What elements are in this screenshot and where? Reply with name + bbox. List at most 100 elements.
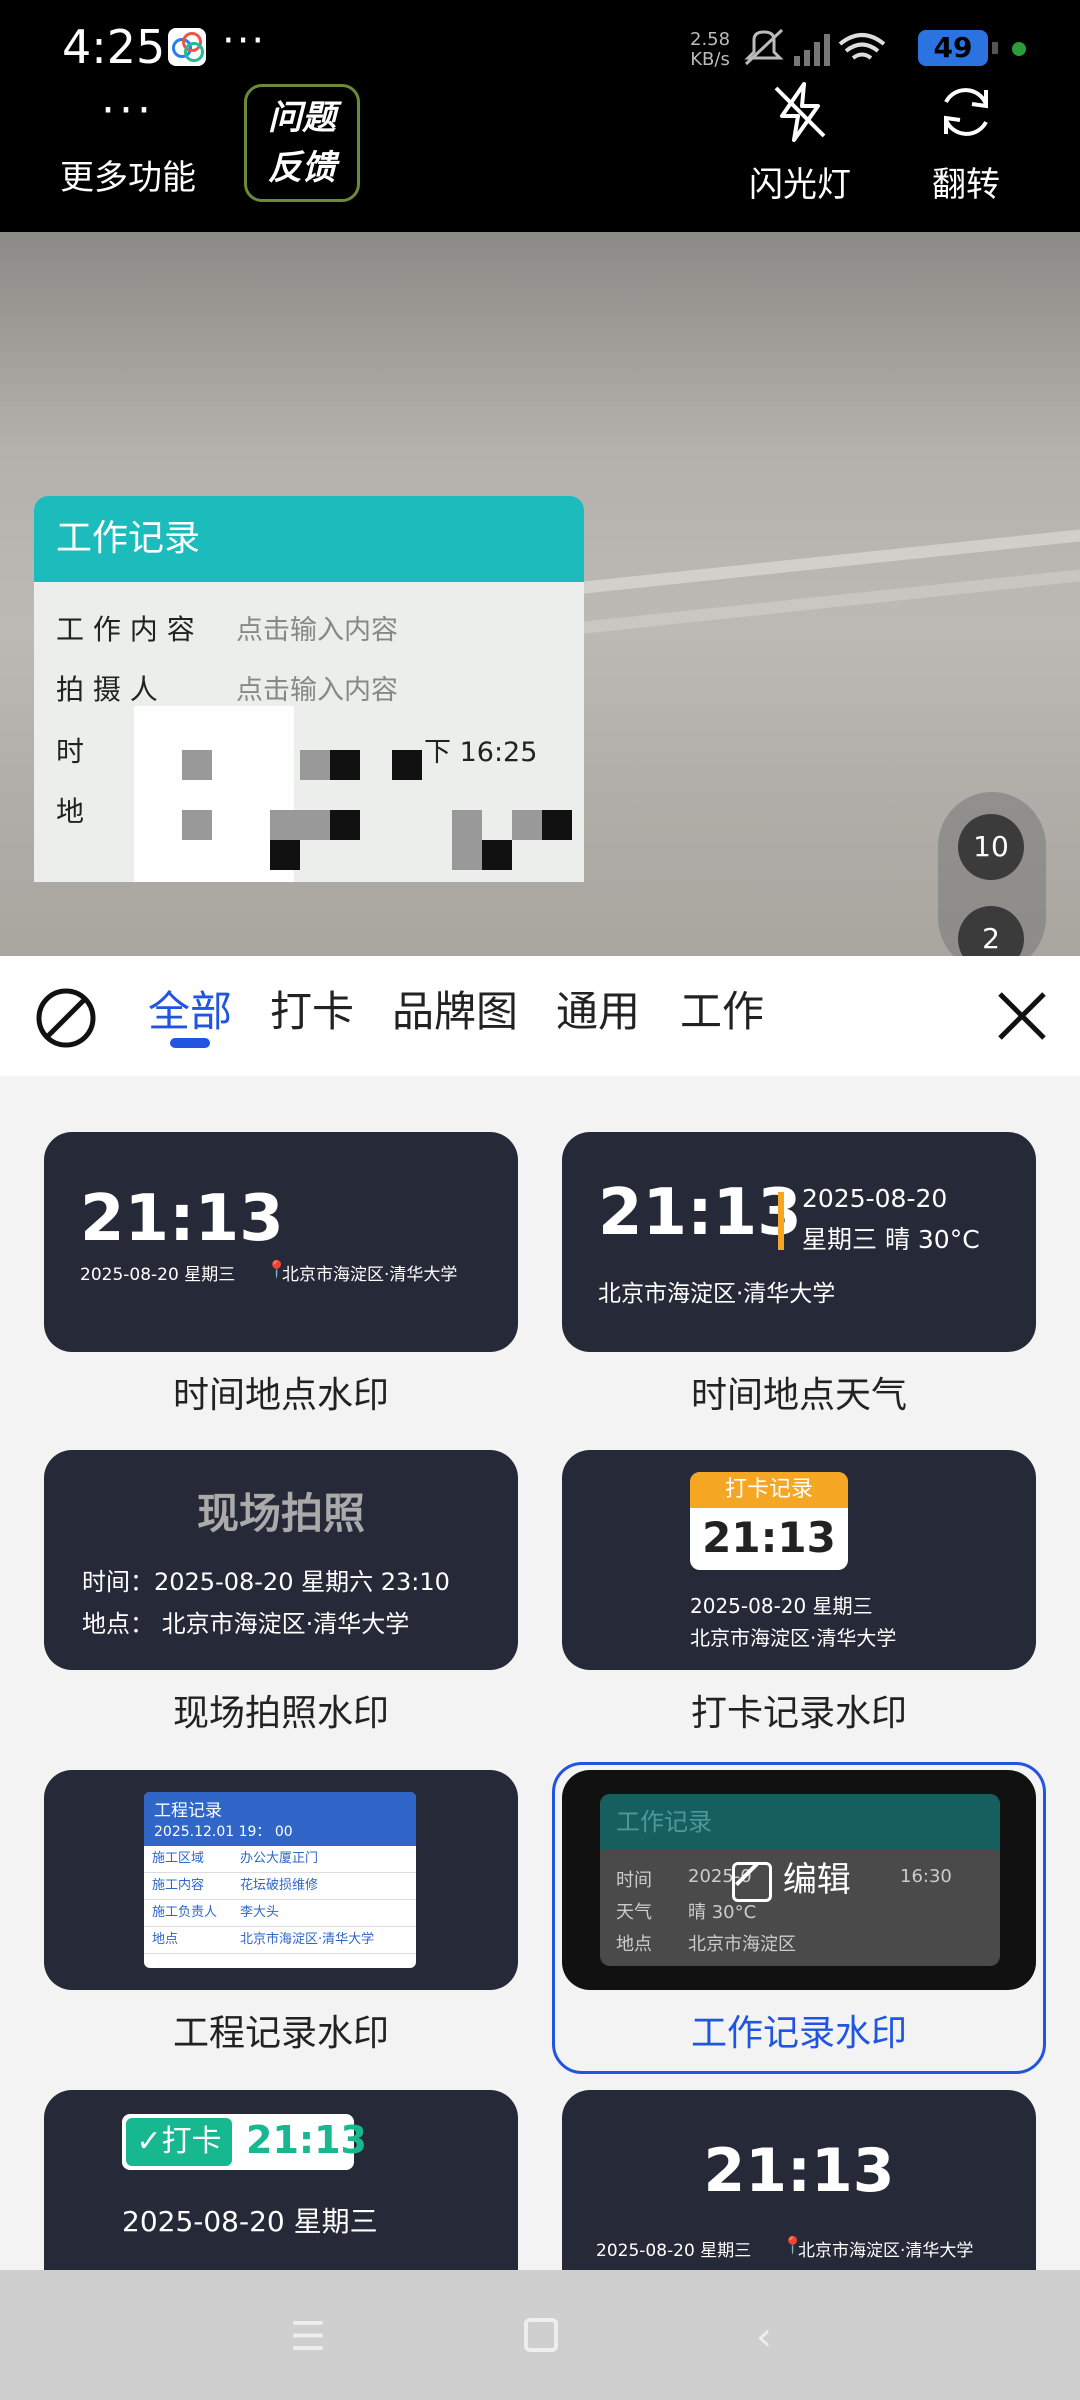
category-tab-bar: 全部 打卡 品牌图 通用 工作 — [0, 956, 1080, 1076]
template-place-line: 地点： 北京市海淀区·清华大学 — [82, 1610, 410, 1638]
flip-button[interactable]: 翻转 — [906, 80, 1026, 206]
redaction-pixel — [270, 840, 300, 870]
camera-top-bar: 4:25 ··· 2.58 KB/s 49 ··· 更多功能 问题 反馈 闪光灯… — [0, 0, 1080, 232]
zoom-10x-button[interactable]: 10 — [958, 814, 1024, 880]
redaction-pixel — [542, 810, 572, 840]
more-functions-button[interactable]: ··· 更多功能 — [50, 86, 206, 199]
tab-work[interactable]: 工作 — [680, 978, 764, 1039]
watermark-title: 工作记录 — [34, 496, 584, 582]
template-caption: 工程记录水印 — [172, 2013, 389, 2054]
checkin-badge-label: 打卡记录 — [690, 1472, 848, 1508]
engineering-row: 施工内容 花坛破损维修 — [144, 1873, 416, 1900]
mute-icon — [744, 28, 784, 66]
tab-all[interactable]: 全部 — [148, 978, 232, 1039]
checkin-pill: ✓打卡 21:13 — [122, 2114, 367, 2170]
network-speed-unit: KB/s — [690, 49, 730, 70]
network-speed: 2.58 KB/s — [690, 30, 730, 70]
template-time: 21:13 — [598, 1176, 802, 1250]
template-weather: 星期三 晴 30°C — [802, 1225, 980, 1254]
wifi-icon — [838, 33, 886, 60]
engineering-rows: 施工区域 办公大厦正门 施工内容 花坛破损维修 施工负责人 李大头 地点 北京市海淀区·清华大… — [144, 1846, 416, 1954]
active-tab-indicator — [170, 1038, 210, 1048]
zoom-control[interactable]: 10 2 — [938, 792, 1046, 956]
engineering-datetime: 2025.12.01 19： 00 — [154, 1824, 293, 1840]
home-icon[interactable] — [524, 2318, 558, 2352]
feedback-line2: 反馈 — [268, 148, 336, 188]
back-icon[interactable]: ‹ — [756, 2314, 772, 2360]
engineering-row-value: 李大头 — [240, 1905, 280, 1920]
engineering-row: 施工负责人 李大头 — [144, 1900, 416, 1927]
template-card-checkin-simple[interactable]: ✓打卡 21:13 2025-08-20 星期三 — [44, 2090, 518, 2270]
camera-in-use-dot — [1012, 42, 1026, 56]
redaction-pixel — [330, 750, 360, 780]
template-card-time-location-center[interactable]: 21:13 2025-08-20 星期三 📍 北京市海淀区·清华大学 — [562, 2090, 1036, 2270]
template-time: 21:13 — [703, 2136, 895, 2206]
template-place: 北京市海淀区·清华大学 — [598, 1281, 836, 1307]
flash-button[interactable]: 闪光灯 — [740, 80, 860, 206]
template-caption: 打卡记录水印 — [690, 1693, 907, 1734]
flash-label: 闪光灯 — [749, 165, 851, 205]
flash-off-icon — [774, 82, 826, 142]
template-date: 2025-08-20 星期三 — [80, 1265, 236, 1285]
engineering-header: 工程记录 2025.12.01 19： 00 — [144, 1792, 416, 1846]
work-record-key: 时间 — [616, 1870, 652, 1891]
redaction-pixel — [182, 750, 212, 780]
work-record-key: 地点 — [616, 1934, 652, 1955]
tab-brand[interactable]: 品牌图 — [392, 978, 518, 1039]
watermark-overlay[interactable]: 工作记录 工 作 内 容 点击输入内容 拍 摄 人 点击输入内容 时 下 16:… — [34, 496, 584, 882]
work-record-title: 工作记录 — [600, 1794, 1000, 1850]
engineering-row-key: 地点 — [152, 1932, 179, 1947]
feedback-button[interactable]: 问题 反馈 — [244, 84, 360, 202]
system-nav-bar: ☰ ‹ — [0, 2270, 1080, 2400]
template-time: 21:13 — [702, 1513, 836, 1562]
zoom-2x-button[interactable]: 2 — [958, 906, 1024, 956]
work-record-value: 北京市海淀区 — [688, 1934, 796, 1955]
engineering-row-value: 办公大厦正门 — [240, 1851, 319, 1866]
template-card-onsite-photo[interactable]: 现场拍照 时间：2025-08-20 星期六 23:10 地点： 北京市海淀区·… — [44, 1450, 518, 1670]
template-caption: 时间地点水印 — [172, 1375, 389, 1416]
template-card-checkin-record[interactable]: 打卡记录 21:13 2025-08-20 星期三 北京市海淀区·清华大学 — [562, 1450, 1036, 1670]
no-watermark-icon[interactable] — [34, 986, 98, 1050]
more-notifications-icon: ··· — [222, 18, 267, 64]
template-card-engineering-record[interactable]: 工程记录 2025.12.01 19： 00 施工区域 办公大厦正门 施工内容 花坛破… — [44, 1770, 518, 1990]
engineering-row-key: 施工内容 — [152, 1878, 205, 1893]
template-card-time-location[interactable]: 21:13 2025-08-20 星期三 📍 北京市海淀区·清华大学 — [44, 1132, 518, 1352]
watermark-label-photographer: 拍 摄 人 — [56, 673, 158, 706]
template-card-time-location-weather[interactable]: 21:13 2025-08-20 星期三 晴 30°C 北京市海淀区·清华大学 — [562, 1132, 1036, 1352]
tab-general[interactable]: 通用 — [556, 978, 640, 1039]
close-icon[interactable] — [996, 990, 1048, 1042]
checkin-pill-label: 打卡 — [161, 2124, 222, 2159]
watermark-input-content[interactable]: 点击输入内容 — [236, 608, 398, 647]
watermark-label-time: 时 — [56, 735, 85, 768]
flip-label: 翻转 — [932, 165, 1000, 205]
engineering-row-value: 花坛破损维修 — [240, 1878, 319, 1893]
template-place: 北京市海淀区·清华大学 — [690, 1626, 897, 1650]
redaction-pixel — [300, 750, 330, 780]
menu-icon[interactable]: ☰ — [290, 2314, 326, 2360]
redaction-pixel — [392, 750, 422, 780]
tab-checkin[interactable]: 打卡 — [270, 978, 354, 1039]
template-time: 21:13 — [246, 2118, 367, 2162]
template-card-work-record[interactable]: 工作记录 时间 2025-0 16:30 天气 晴 30°C 地点 北京市海淀区… — [562, 1770, 1036, 1990]
camera-preview[interactable]: 工作记录 工 作 内 容 点击输入内容 拍 摄 人 点击输入内容 时 下 16:… — [0, 232, 1080, 956]
template-date: 2025-08-20 星期三 — [690, 1594, 873, 1618]
template-date: 2025-08-20 星期三 — [122, 2205, 378, 2238]
more-icon: ··· — [101, 85, 155, 136]
battery-indicator: 49 — [918, 30, 988, 66]
template-time: 21:13 — [80, 1182, 284, 1256]
edit-button[interactable]: 编辑 — [732, 1852, 851, 1902]
watermark-label-content: 工 作 内 容 — [56, 613, 195, 646]
redaction-pixel — [270, 810, 330, 840]
template-caption-selected: 工作记录水印 — [690, 2013, 907, 2054]
flip-camera-icon — [944, 88, 988, 136]
feedback-line1: 问题 — [268, 98, 336, 138]
redaction-pixel — [482, 840, 512, 870]
battery-tip — [992, 42, 998, 54]
watermark-input-photographer[interactable]: 点击输入内容 — [236, 668, 398, 707]
network-speed-value: 2.58 — [690, 29, 731, 50]
checkin-badge: 打卡记录 21:13 — [690, 1472, 848, 1570]
template-caption: 现场拍照水印 — [172, 1693, 389, 1734]
work-record-key: 天气 — [616, 1902, 652, 1923]
edit-icon — [732, 1861, 772, 1902]
redaction-pixel — [330, 810, 360, 840]
